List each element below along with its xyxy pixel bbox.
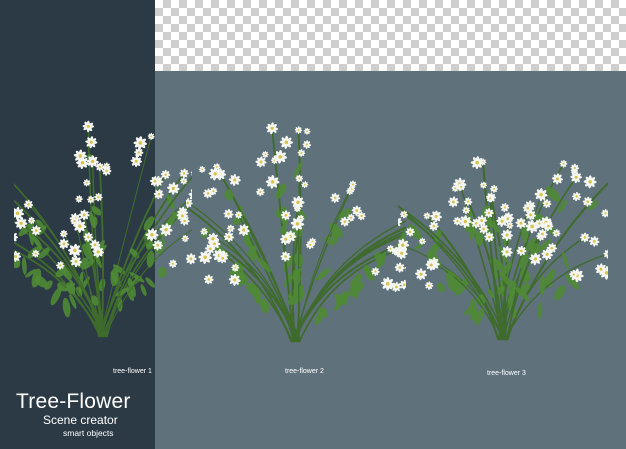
transparency-checkerboard	[155, 0, 626, 71]
flower-bush-3	[398, 98, 608, 348]
flower-bush-illustration	[14, 120, 192, 338]
flower-bush-1	[14, 95, 192, 345]
plant-label-1: tree-flower 1	[113, 368, 152, 375]
flower-bush-illustration	[186, 122, 406, 343]
plant-label-3: tree-flower 3	[487, 370, 526, 377]
flower-bush-illustration	[398, 156, 608, 341]
flower-bush-2	[186, 100, 406, 350]
plant-label-2: tree-flower 2	[285, 368, 324, 375]
brand-title: Tree-Flower	[16, 390, 131, 413]
brand-subtitle: Scene creator	[43, 413, 118, 427]
brand-tagline: smart objects	[63, 428, 114, 438]
